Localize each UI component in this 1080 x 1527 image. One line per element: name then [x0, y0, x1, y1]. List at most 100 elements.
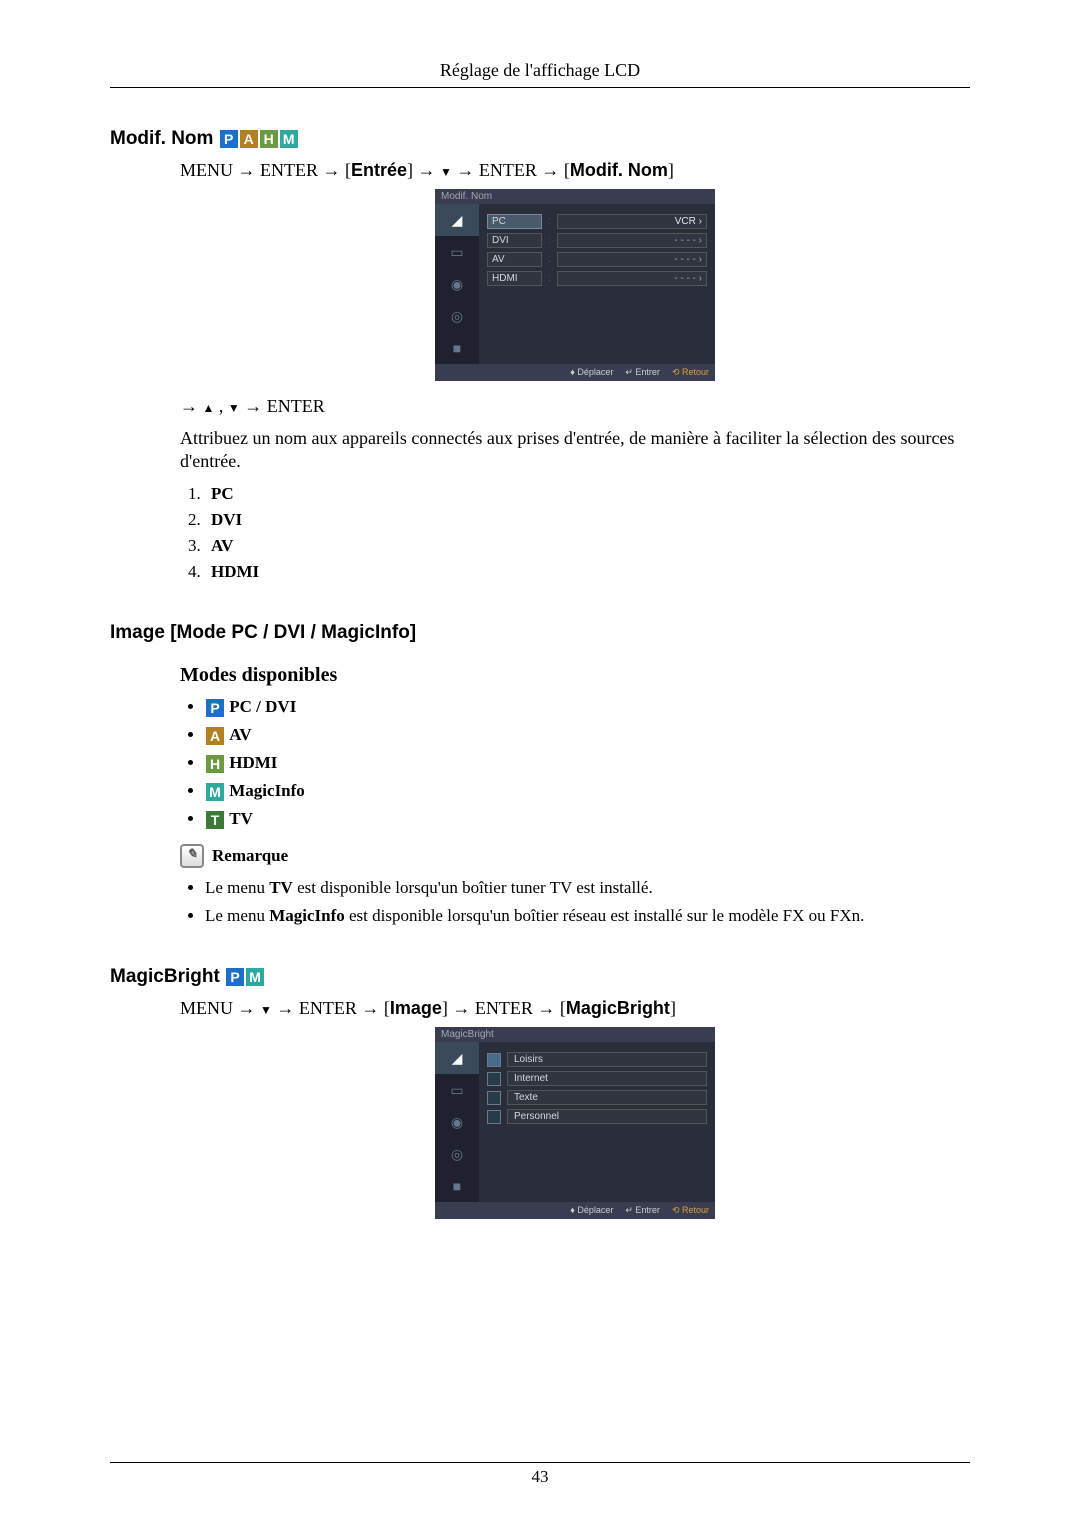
osd-title: Modif. Nom [435, 189, 715, 204]
arrow-down-icon: ▼ [260, 1003, 272, 1017]
list-item: HDMI [205, 562, 970, 582]
nav-text: → ENTER → [272, 998, 384, 1018]
mode-label: TV [229, 809, 253, 828]
osd-option-label: Texte [507, 1090, 707, 1105]
osd-foot-return: ⟲ Retour [672, 367, 709, 378]
osd-foot-move: ♦ Déplacer [570, 1205, 613, 1216]
osd-option-label: Internet [507, 1071, 707, 1086]
list-item: AV [205, 536, 970, 556]
nav-text: MENU → ENTER → [180, 160, 345, 180]
checkbox-icon [487, 1072, 501, 1086]
badge-a-icon: A [206, 727, 224, 745]
mode-label: AV [229, 725, 251, 744]
remarque-heading: ✎ Remarque [180, 844, 970, 868]
osd-title: MagicBright [435, 1027, 715, 1042]
section-title-magicbright: MagicBright PM [110, 966, 970, 988]
osd-option: Loisirs [487, 1052, 707, 1067]
osd-label: DVI [487, 233, 542, 248]
osd-magicbright: MagicBright ◢ ▭ ◉ ◎ ■ Loisirs Int [435, 1027, 715, 1219]
nav-path-modif-nom: MENU → ENTER → [Entrée] → ▼ → ENTER → [M… [180, 160, 970, 181]
osd-value: VCR › [557, 214, 707, 229]
osd-option: Texte [487, 1090, 707, 1105]
page-header: Réglage de l'affichage LCD [110, 60, 970, 88]
body-paragraph: Attribuez un nom aux appareils connectés… [180, 427, 970, 474]
mode-item: T TV [205, 809, 970, 829]
nav-menu-image: Image [390, 998, 442, 1018]
checkbox-icon [487, 1091, 501, 1105]
badge-m-icon: M [206, 783, 224, 801]
nav-path-arrow-enter: → ▲ , ▼ → ENTER [180, 396, 970, 417]
txt: Entrer [635, 1205, 660, 1215]
input-list: PC DVI AV HDMI [180, 484, 970, 582]
osd-label: PC [487, 214, 542, 229]
note-icon: ✎ [180, 844, 204, 868]
mode-item: A AV [205, 725, 970, 745]
notes-list: Le menu TV est disponible lorsqu'un boît… [185, 878, 970, 926]
page: Réglage de l'affichage LCD Modif. Nom PA… [0, 0, 1080, 1527]
osd-label: HDMI [487, 271, 542, 286]
txt: Retour [682, 367, 709, 377]
list-item: DVI [205, 510, 970, 530]
page-number: 43 [532, 1467, 549, 1486]
txt: Retour [682, 1205, 709, 1215]
section-title-modif-nom: Modif. Nom PAHM [110, 128, 970, 150]
osd-option-label: Personnel [507, 1109, 707, 1124]
divider-icon: : [548, 254, 551, 265]
badge-h-icon: H [260, 130, 278, 148]
badge-p-icon: P [220, 130, 238, 148]
osd-side-icon: ■ [435, 1170, 479, 1202]
osd-side-icon: ◉ [435, 268, 479, 300]
mode-label: PC / DVI [229, 697, 296, 716]
mode-item: M MagicInfo [205, 781, 970, 801]
osd-body: ◢ ▭ ◉ ◎ ■ Loisirs Internet [435, 1042, 715, 1202]
page-footer: 43 [110, 1462, 970, 1487]
osd-sidebar: ◢ ▭ ◉ ◎ ■ [435, 204, 479, 364]
badge-a-icon: A [240, 130, 258, 148]
osd-row: DVI : - - - - › [487, 233, 707, 248]
modes-list: P PC / DVI A AV H HDMI M MagicInfo T TV [185, 697, 970, 829]
arrow-down-icon: ▼ [440, 165, 452, 179]
osd-footer: ♦ Déplacer ↵ Entrer ⟲ Retour [435, 364, 715, 381]
osd-main: PC : VCR › DVI : - - - - › AV : - - - - … [479, 204, 715, 364]
nav-text: → ENTER [240, 396, 325, 416]
osd-option: Internet [487, 1071, 707, 1086]
note-text: Le menu [205, 906, 269, 925]
txt: Déplacer [577, 367, 613, 377]
osd-side-icon: ◎ [435, 300, 479, 332]
note-item: Le menu TV est disponible lorsqu'un boît… [205, 878, 970, 898]
nav-path-magicbright: MENU → ▼ → ENTER → [Image] → ENTER → [Ma… [180, 998, 970, 1019]
txt: Entrer [635, 367, 660, 377]
osd-side-icon: ■ [435, 332, 479, 364]
osd-side-icon: ◢ [435, 1042, 479, 1074]
osd-sidebar: ◢ ▭ ◉ ◎ ■ [435, 1042, 479, 1202]
nav-text: , [214, 396, 228, 416]
nav-text: → [180, 396, 203, 416]
osd-side-icon: ◉ [435, 1106, 479, 1138]
divider-icon: : [548, 273, 551, 284]
osd-option: Personnel [487, 1109, 707, 1124]
mode-item: H HDMI [205, 753, 970, 773]
subtitle-modes-disponibles: Modes disponibles [180, 664, 970, 687]
osd-foot-move: ♦ Déplacer [570, 367, 613, 378]
nav-menu-magicbright: MagicBright [566, 998, 670, 1018]
nav-menu-modif-nom: Modif. Nom [570, 160, 668, 180]
list-item-label: AV [211, 536, 233, 555]
badge-p-icon: P [226, 968, 244, 986]
checkbox-icon [487, 1053, 501, 1067]
badge-h-icon: H [206, 755, 224, 773]
nav-text: → [413, 160, 440, 180]
note-bold: MagicInfo [269, 906, 345, 925]
checkbox-icon [487, 1110, 501, 1124]
osd-footer: ♦ Déplacer ↵ Entrer ⟲ Retour [435, 1202, 715, 1219]
note-text: est disponible lorsqu'un boîtier tuner T… [293, 878, 653, 897]
osd-row: AV : - - - - › [487, 252, 707, 267]
osd-value: - - - - › [557, 271, 707, 286]
divider-icon: : [548, 216, 551, 227]
note-text: est disponible lorsqu'un boîtier réseau … [345, 906, 865, 925]
mode-label: MagicInfo [229, 781, 305, 800]
title-text: MagicBright [110, 966, 220, 987]
osd-label: AV [487, 252, 542, 267]
mode-item: P PC / DVI [205, 697, 970, 717]
note-bold: TV [269, 878, 293, 897]
osd-foot-enter: ↵ Entrer [625, 1205, 660, 1216]
